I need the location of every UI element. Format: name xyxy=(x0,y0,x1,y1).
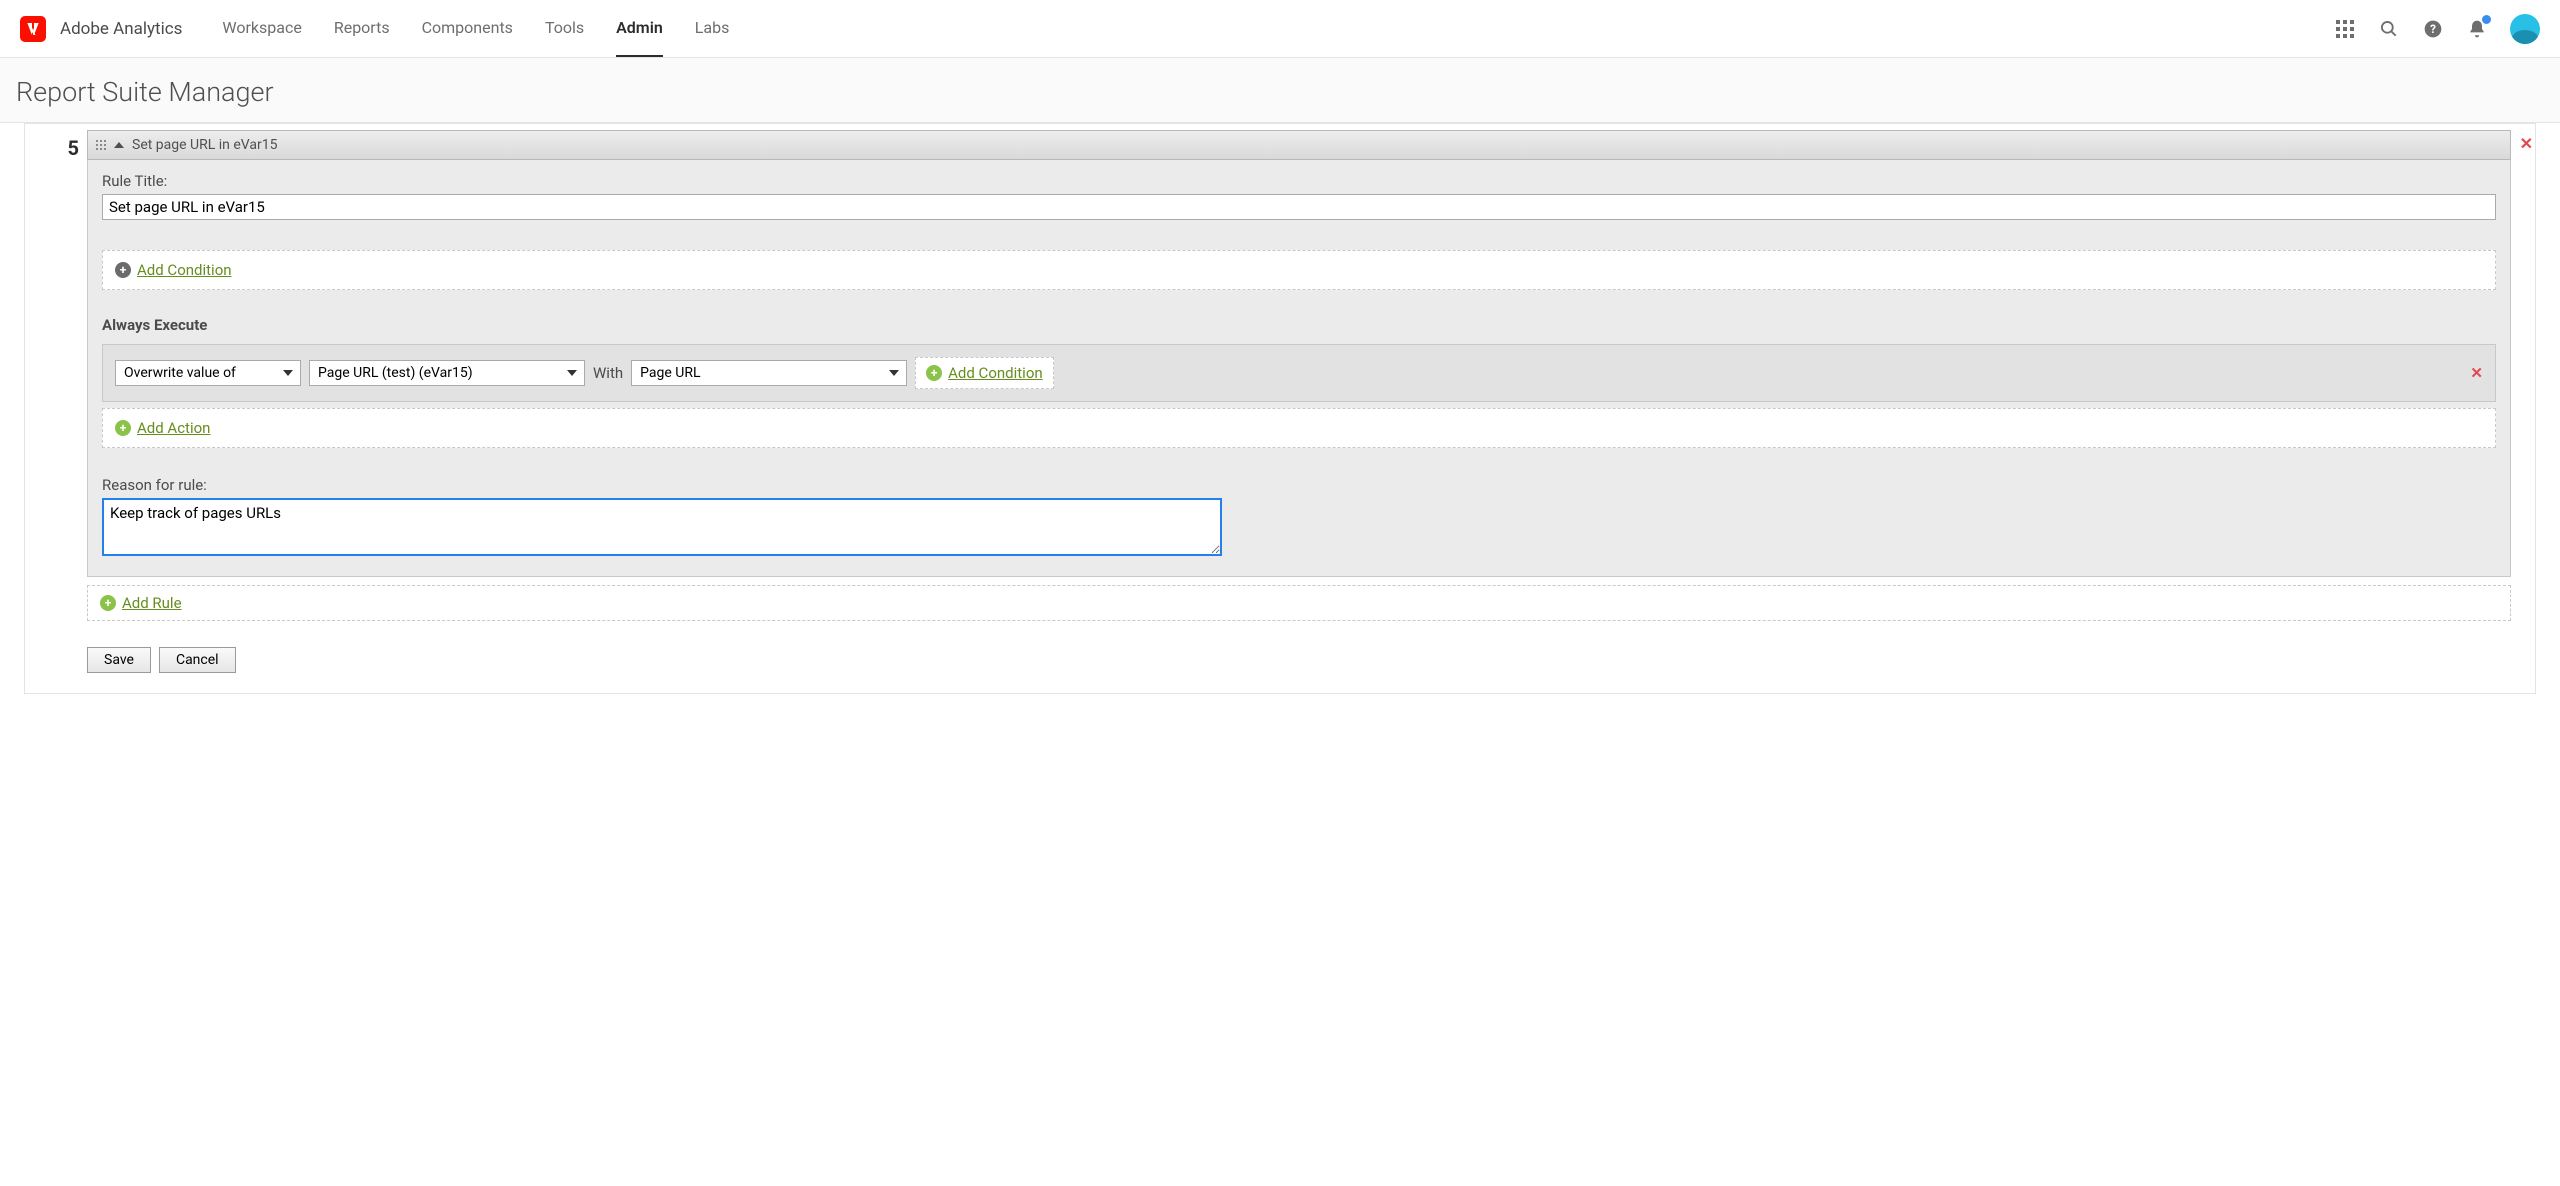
nav-components[interactable]: Components xyxy=(422,0,513,57)
rule-body: Set page URL in eVar15 ✕ Rule Title: + A… xyxy=(87,130,2511,577)
page-title: Report Suite Manager xyxy=(0,58,2560,123)
action-type-select-wrap: Overwrite value of xyxy=(115,360,301,386)
action-type-select[interactable]: Overwrite value of xyxy=(115,360,301,386)
drag-handle-icon[interactable] xyxy=(96,140,106,150)
product-name: Adobe Analytics xyxy=(60,19,182,39)
source-variable-select-wrap: Page URL xyxy=(631,360,907,386)
adobe-logo xyxy=(20,16,46,42)
add-condition-box: + Add Condition xyxy=(102,250,2496,290)
add-condition-inline-link[interactable]: Add Condition xyxy=(948,364,1043,382)
nav-labs[interactable]: Labs xyxy=(695,0,730,57)
rule-row: 5 Set page URL in eVar15 ✕ Rule Title: +… xyxy=(49,130,2511,577)
add-rule-box: + Add Rule xyxy=(87,585,2511,621)
collapse-caret-icon[interactable] xyxy=(114,142,124,148)
source-variable-select[interactable]: Page URL xyxy=(631,360,907,386)
add-action-box: + Add Action xyxy=(102,408,2496,448)
notification-dot xyxy=(2481,14,2492,25)
footer-buttons: Save Cancel xyxy=(87,647,2511,673)
search-icon[interactable] xyxy=(2378,18,2400,40)
rule-header-title: Set page URL in eVar15 xyxy=(132,137,277,153)
notifications-icon[interactable] xyxy=(2466,18,2488,40)
topbar-right: ? xyxy=(2334,14,2540,44)
save-button[interactable]: Save xyxy=(87,647,151,673)
adobe-a-icon xyxy=(25,21,41,37)
add-condition-inline-box: + Add Condition xyxy=(915,357,1054,389)
nav-workspace[interactable]: Workspace xyxy=(222,0,301,57)
plus-icon: + xyxy=(926,365,942,381)
content-area: 5 Set page URL in eVar15 ✕ Rule Title: +… xyxy=(24,123,2536,694)
add-rule-link[interactable]: Add Rule xyxy=(122,594,182,612)
target-variable-select[interactable]: Page URL (test) (eVar15) xyxy=(309,360,585,386)
remove-action-button[interactable]: ✕ xyxy=(2470,364,2483,382)
rule-title-label: Rule Title: xyxy=(102,172,2496,190)
rule-header[interactable]: Set page URL in eVar15 xyxy=(87,130,2511,160)
target-variable-select-wrap: Page URL (test) (eVar15) xyxy=(309,360,585,386)
main-nav: Workspace Reports Components Tools Admin… xyxy=(222,0,729,57)
reason-label: Reason for rule: xyxy=(102,476,2496,494)
svg-text:?: ? xyxy=(2430,22,2436,36)
rule-title-input[interactable] xyxy=(102,194,2496,220)
with-label: With xyxy=(593,364,623,382)
reason-textarea[interactable] xyxy=(102,498,1222,556)
add-condition-link[interactable]: Add Condition xyxy=(137,261,232,279)
plus-icon: + xyxy=(100,595,116,611)
nav-reports[interactable]: Reports xyxy=(334,0,390,57)
nav-admin[interactable]: Admin xyxy=(616,0,663,57)
add-action-link[interactable]: Add Action xyxy=(137,419,210,437)
top-navbar: Adobe Analytics Workspace Reports Compon… xyxy=(0,0,2560,58)
always-execute-heading: Always Execute xyxy=(102,316,2496,334)
action-row: Overwrite value of Page URL (test) (eVar… xyxy=(102,344,2496,402)
plus-icon: + xyxy=(115,262,131,278)
plus-icon: + xyxy=(115,420,131,436)
nav-tools[interactable]: Tools xyxy=(545,0,584,57)
rule-number: 5 xyxy=(49,130,79,160)
rule-panel: Rule Title: + Add Condition Always Execu… xyxy=(87,160,2511,577)
remove-rule-button[interactable]: ✕ xyxy=(2520,134,2533,153)
user-avatar[interactable] xyxy=(2510,14,2540,44)
help-icon[interactable]: ? xyxy=(2422,18,2444,40)
apps-icon[interactable] xyxy=(2334,18,2356,40)
cancel-button[interactable]: Cancel xyxy=(159,647,236,673)
